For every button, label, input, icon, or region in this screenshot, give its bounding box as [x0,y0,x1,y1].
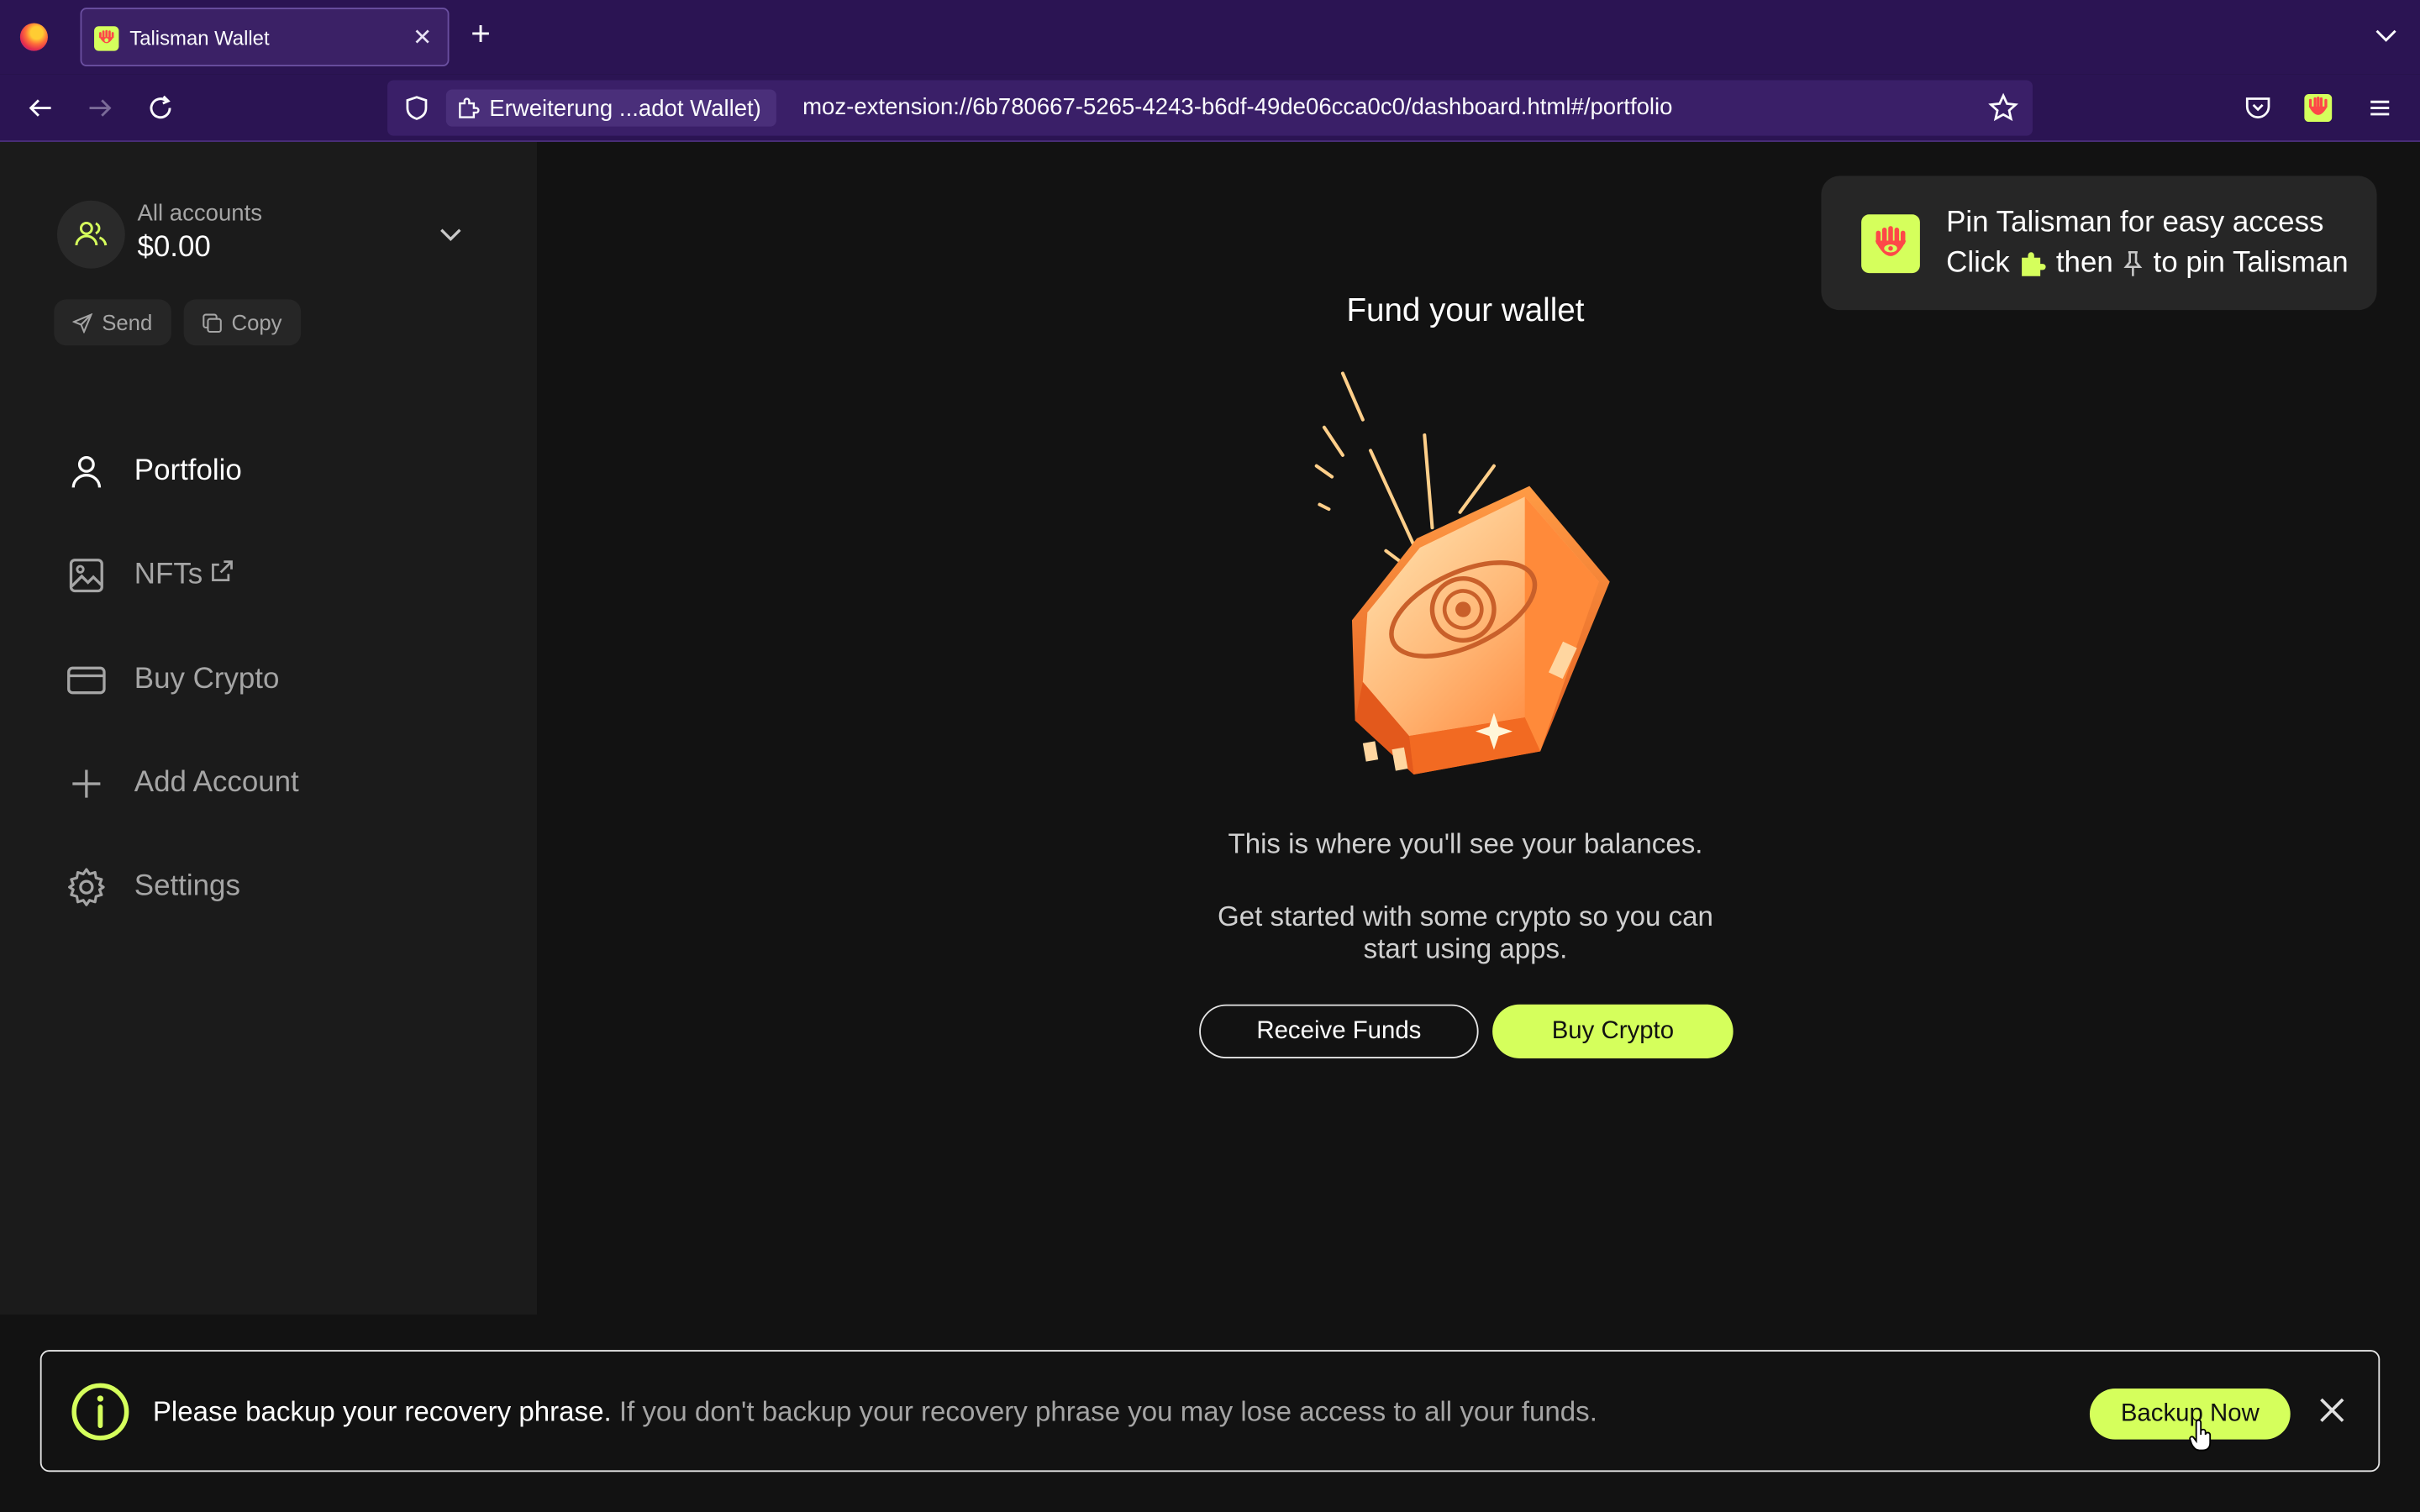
pin-notice-title: Pin Talisman for easy access [1946,207,2324,239]
puzzle-piece-icon [459,97,480,118]
backup-warning-strong: Please backup your recovery phrase. [152,1396,612,1427]
backup-warning-banner: Please backup your recovery phrase. If y… [39,1350,2381,1473]
talisman-favicon-icon [94,26,119,51]
copy-icon [203,312,222,333]
main-content: Pin Talisman for easy access Click then … [537,141,2420,1512]
hamburger-menu-icon[interactable] [2365,92,2396,123]
extension-identity-box[interactable]: Erweiterung ...adot Wallet) [445,89,777,127]
tab-title: Talisman Wallet [129,26,270,50]
pin-to-pin-text: to pin Talisman [2153,246,2349,280]
browser-tab[interactable]: Talisman Wallet ✕ [80,8,450,66]
sidebar-item-settings[interactable]: Settings [65,863,240,912]
url-text[interactable]: moz-extension://6b780667-5265-4243-b6df-… [802,94,1672,120]
forward-arrow-icon[interactable] [83,91,117,124]
sidebar-item-portfolio[interactable]: Portfolio [65,448,242,497]
user-icon [65,450,108,493]
reload-icon[interactable] [144,91,177,124]
get-started-message: Get started with some crypto so you can … [1218,900,1713,964]
account-name: All accounts [137,200,263,228]
bookmark-star-icon[interactable] [1988,92,2019,123]
send-button[interactable]: Send [54,299,171,346]
url-bar[interactable]: Erweiterung ...adot Wallet) moz-extensio… [387,80,2033,136]
plus-icon [65,762,108,805]
hand-pointer-icon [2189,1419,2212,1452]
buy-crypto-button[interactable]: Buy Crypto [1492,1004,1733,1059]
sidebar-item-nfts[interactable]: NFTs [65,551,235,601]
sidebar-item-label: Add Account [134,766,299,800]
backup-warning-detail: If you don't backup your recovery phrase… [611,1396,1597,1427]
gear-icon [65,865,108,908]
send-label: Send [102,310,153,335]
external-link-icon [212,560,234,581]
account-balance: $0.00 [137,231,211,265]
close-icon[interactable] [2317,1394,2348,1425]
talisman-crystal-illustration [1314,371,1610,775]
tab-list-chevron-icon[interactable] [2372,22,2400,50]
copy-label: Copy [231,310,282,335]
tab-close-icon[interactable]: ✕ [413,24,432,50]
send-icon [72,312,93,333]
account-selector[interactable]: All accounts $0.00 [54,197,478,271]
users-icon [75,221,108,246]
sidebar-item-label: Portfolio [134,454,242,488]
backup-warning-text: Please backup your recovery phrase. If y… [153,1396,1597,1429]
page-title: Fund your wallet [1346,292,1585,329]
sidebar-item-label: NFTs [134,558,203,591]
copy-button[interactable]: Copy [183,299,301,346]
sidebar: All accounts $0.00 Send Copy Portfolio N… [0,141,538,1512]
firefox-logo-icon [19,23,48,51]
back-arrow-icon[interactable] [24,91,57,124]
sidebar-item-add-account[interactable]: Add Account [65,759,299,809]
tracking-shield-icon[interactable] [402,94,430,122]
empty-balance-message: This is where you'll see your balances. [1228,828,1703,860]
receive-funds-button[interactable]: Receive Funds [1199,1004,1479,1059]
browser-nav-bar: Erweiterung ...adot Wallet) moz-extensio… [0,74,2420,142]
pocket-icon[interactable] [2243,92,2274,123]
talisman-extension-icon[interactable] [2302,92,2333,123]
credit-card-icon [65,659,108,701]
image-icon [65,554,108,596]
new-tab-icon[interactable]: + [471,16,491,50]
pin-talisman-notice: Pin Talisman for easy access Click then … [1821,176,2377,311]
pin-click-text: Click [1946,246,2010,280]
pin-icon [2123,251,2143,276]
sidebar-item-label: Buy Crypto [134,663,280,696]
info-icon [71,1383,129,1441]
pin-then-text: then [2055,246,2113,280]
talisman-logo-icon [1861,214,1920,274]
chevron-down-icon[interactable] [435,219,466,250]
sidebar-item-label: Settings [134,869,240,903]
browser-tab-bar: Talisman Wallet ✕ + [0,0,2420,75]
puzzle-piece-icon [2022,252,2046,276]
accounts-avatar [56,200,125,269]
pin-notice-instructions: Click then to pin Talisman [1946,247,2349,281]
extension-identity-label: Erweiterung ...adot Wallet) [489,94,761,122]
sidebar-item-buy-crypto[interactable]: Buy Crypto [65,656,279,706]
